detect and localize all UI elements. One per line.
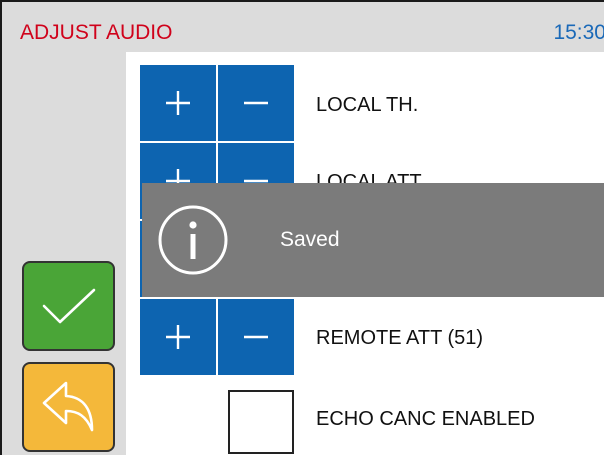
toast-message: Saved — [280, 228, 340, 251]
info-icon — [158, 205, 228, 275]
checkmark-icon — [42, 288, 95, 324]
app-window: ADJUST AUDIO 15:30 LOCAL TH. LOCAL ATT. — [0, 0, 604, 455]
clock: 15:30 — [553, 21, 604, 44]
remote-att-plus-button[interactable] — [140, 299, 216, 375]
plus-icon — [166, 91, 190, 115]
confirm-button[interactable] — [22, 261, 115, 351]
local-th-plus-button[interactable] — [140, 65, 216, 141]
echo-canc-label: ECHO CANC ENABLED — [316, 408, 535, 430]
page-title: ADJUST AUDIO — [20, 21, 173, 44]
remote-att-minus-button[interactable] — [218, 299, 294, 375]
remote-att-label: REMOTE ATT (51) — [316, 327, 484, 349]
back-button[interactable] — [22, 362, 115, 452]
saved-toast: Saved — [142, 183, 604, 297]
back-arrow-icon — [42, 381, 93, 432]
title-bar: ADJUST AUDIO 15:30 — [2, 2, 604, 52]
minus-icon — [244, 101, 268, 105]
plus-icon — [166, 325, 190, 349]
local-th-label: LOCAL TH. — [316, 94, 419, 116]
local-th-minus-button[interactable] — [218, 65, 294, 141]
echo-canc-checkbox[interactable] — [228, 390, 294, 454]
minus-icon — [244, 335, 268, 339]
